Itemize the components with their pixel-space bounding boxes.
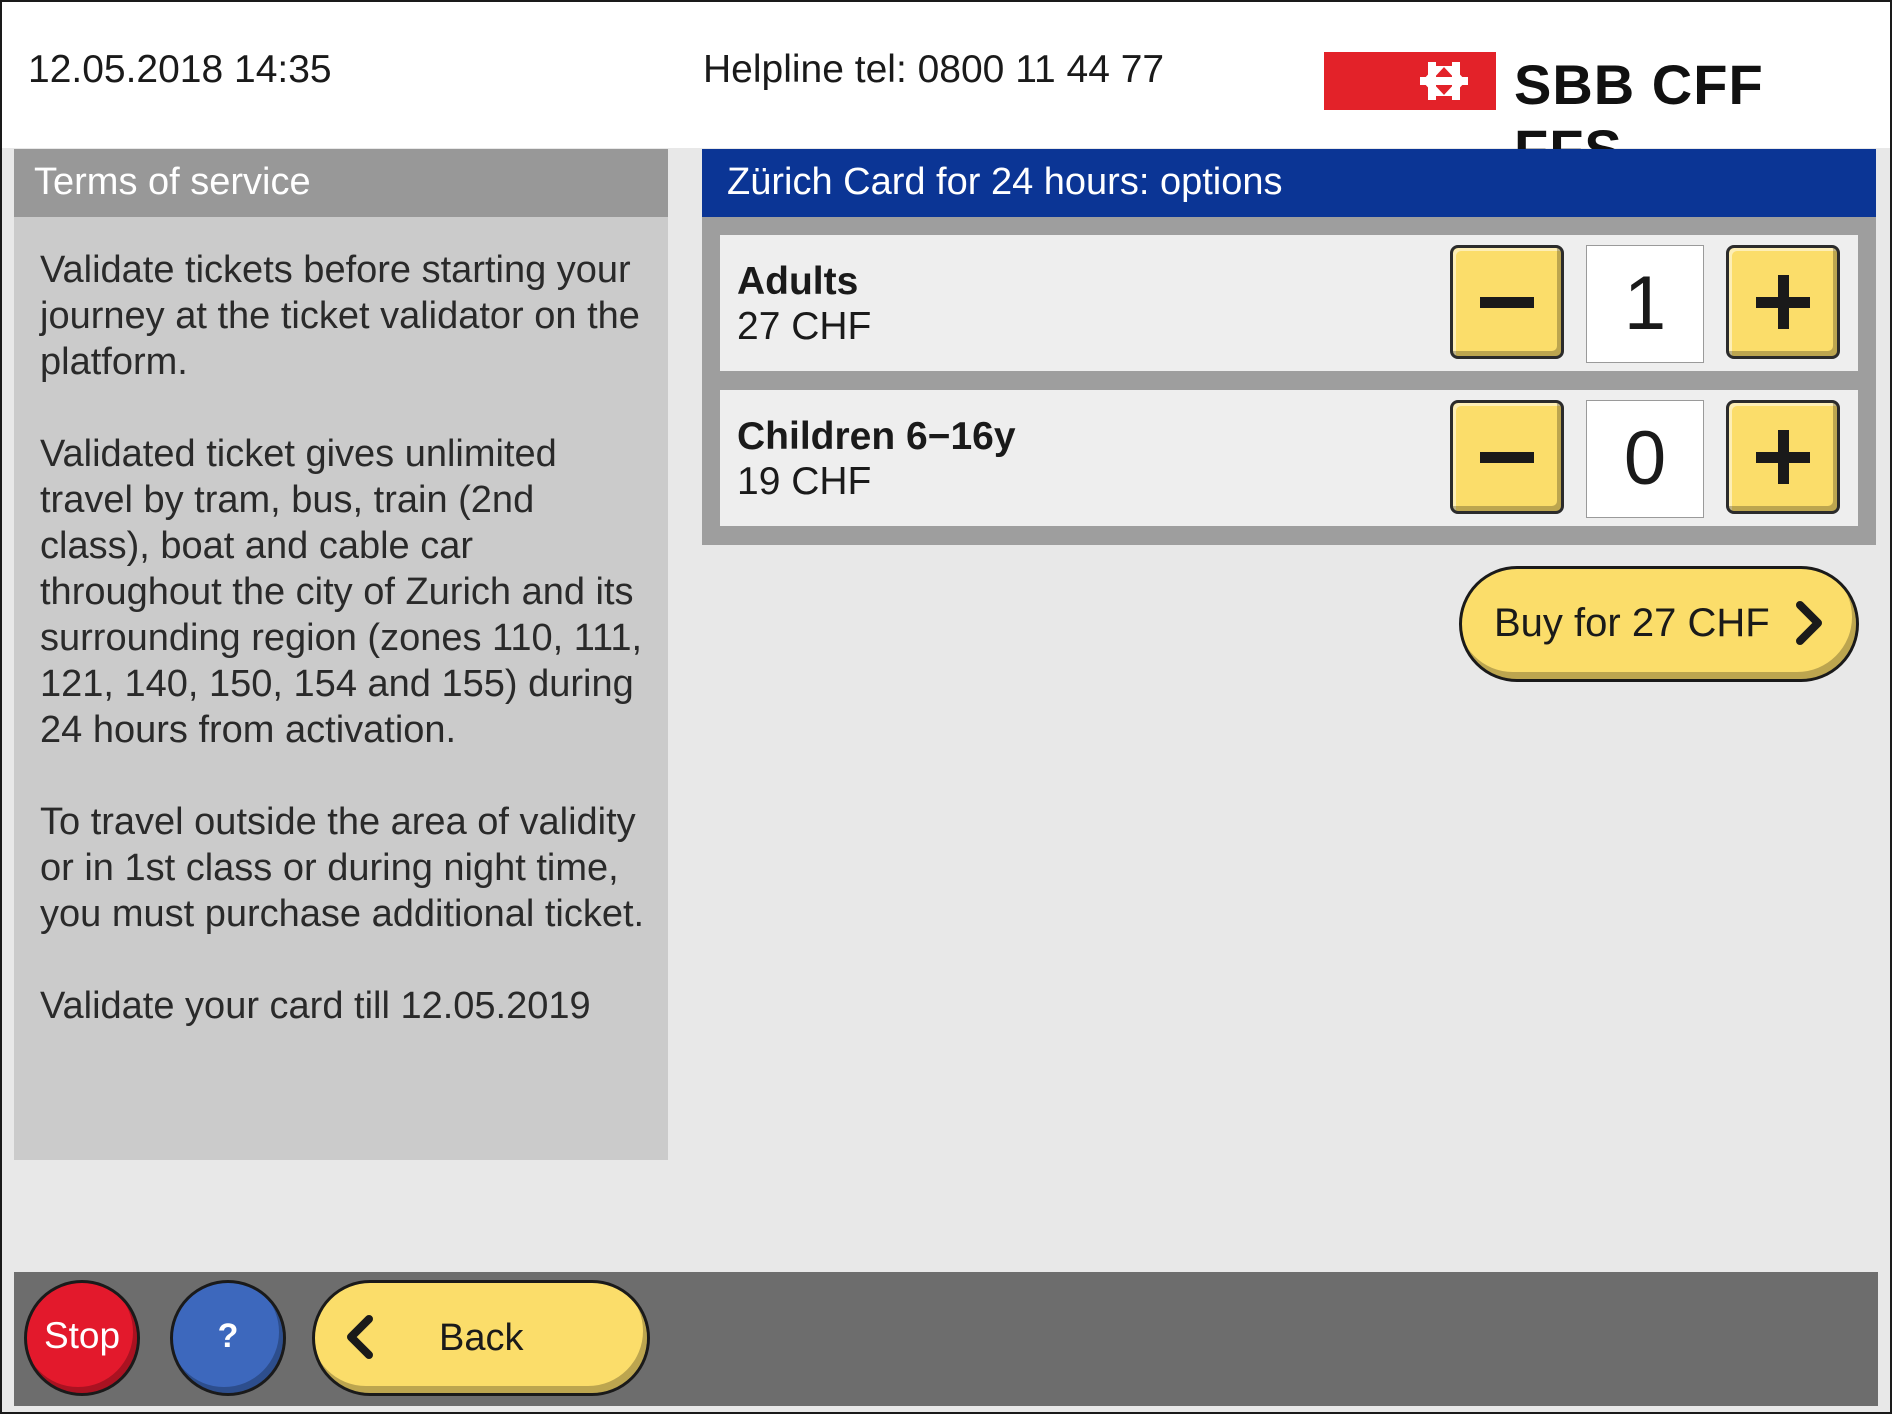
adults-quantity: 1 (1586, 245, 1704, 363)
buy-label: Buy for 27 CHF (1494, 601, 1770, 645)
back-label: Back (439, 1317, 524, 1359)
option-row-adults: Adults 27 CHF 1 (720, 235, 1858, 371)
option-row-children: Children 6−16y 19 CHF 0 (720, 390, 1858, 526)
bottom-bar: Stop ? Back (14, 1272, 1878, 1406)
chevron-left-icon (341, 1307, 377, 1379)
buy-button[interactable]: Buy for 27 CHF (1459, 566, 1859, 682)
children-increase-button[interactable] (1726, 400, 1840, 514)
minus-icon (1480, 297, 1534, 308)
adults-increase-button[interactable] (1726, 245, 1840, 359)
help-button[interactable]: ? (170, 1280, 286, 1396)
terms-paragraph: Validate your card till 12.05.2019 (40, 985, 591, 1027)
option-price: 19 CHF (737, 460, 872, 503)
top-bar: 12.05.2018 14:35 Helpline tel: 0800 11 4… (2, 2, 1890, 181)
plus-icon (1756, 275, 1810, 329)
terms-paragraph: To travel outside the area of validity o… (40, 801, 645, 935)
back-button[interactable]: Back (312, 1280, 650, 1396)
minus-icon (1480, 452, 1534, 463)
terms-paragraph: Validated ticket gives unlimited travel … (40, 433, 643, 751)
option-price: 27 CHF (737, 305, 872, 348)
terms-body: Validate tickets before starting your jo… (14, 217, 668, 1160)
options-title: Zürich Card for 24 hours: options (702, 149, 1876, 217)
adults-decrease-button[interactable] (1450, 245, 1564, 359)
stop-button[interactable]: Stop (24, 1280, 140, 1396)
terms-title: Terms of service (14, 149, 668, 217)
option-label: Children 6−16y (737, 415, 1016, 458)
helpline: Helpline tel: 0800 11 44 77 (703, 48, 1165, 91)
datetime: 12.05.2018 14:35 (28, 48, 332, 91)
children-quantity: 0 (1586, 400, 1704, 518)
children-decrease-button[interactable] (1450, 400, 1564, 514)
ticket-machine-screen: 12.05.2018 14:35 Helpline tel: 0800 11 4… (0, 0, 1892, 1414)
terms-paragraph: Validate tickets before starting your jo… (40, 249, 640, 383)
swiss-railways-logo-icon (1324, 52, 1496, 110)
options-panel: Adults 27 CHF 1 Children 6−16y 19 CHF 0 (702, 217, 1876, 545)
sbb-logo: SBB CFF FFS (1324, 52, 1884, 181)
chevron-right-icon (1792, 593, 1828, 665)
plus-icon (1756, 430, 1810, 484)
option-label: Adults (737, 260, 859, 303)
